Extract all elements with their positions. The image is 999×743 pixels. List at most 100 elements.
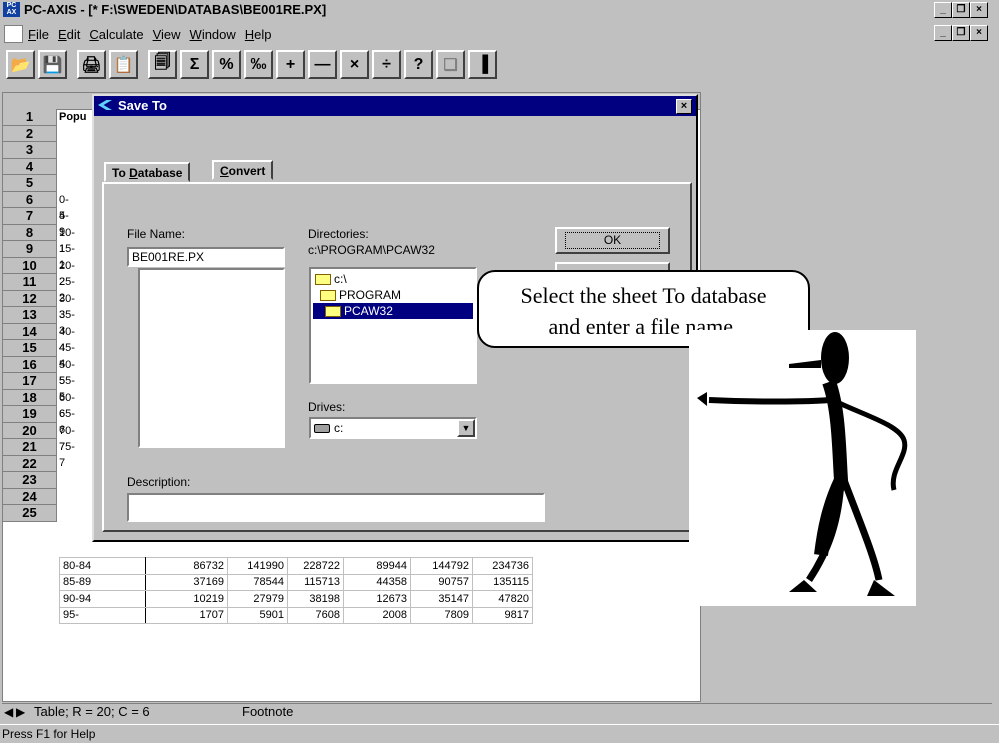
doc-close-button[interactable]: × — [970, 25, 988, 41]
data-cell[interactable]: 44358 — [343, 573, 411, 591]
save-icon[interactable]: 💾 — [38, 50, 67, 79]
row-header[interactable]: 5 — [3, 175, 57, 192]
subtract-icon[interactable]: — — [308, 50, 337, 79]
row-header[interactable]: 7 — [3, 208, 57, 225]
tab-scroll-right-icon[interactable]: ▶ — [16, 705, 25, 719]
row-header[interactable]: 10 — [3, 257, 57, 274]
menu-item-2[interactable]: Calculate — [89, 27, 143, 42]
row-header[interactable]: 12 — [3, 290, 57, 307]
file-name-input[interactable]: BE001RE.PX — [127, 247, 285, 267]
tab-convert[interactable]: Convert — [212, 160, 274, 180]
close-button[interactable]: × — [970, 2, 988, 18]
menu-key: H — [244, 27, 255, 42]
row-label-cell[interactable]: 90-94 — [59, 590, 146, 608]
menu-item-4[interactable]: Window — [190, 27, 236, 42]
row-header[interactable]: 24 — [3, 488, 57, 505]
divide-icon[interactable]: ÷ — [372, 50, 401, 79]
chevron-down-icon[interactable]: ▼ — [457, 419, 475, 437]
data-cell[interactable]: 38198 — [287, 590, 344, 608]
book-icon[interactable]: ❑ — [436, 50, 465, 79]
data-cell[interactable]: 47820 — [472, 590, 533, 608]
data-cell[interactable]: 90757 — [410, 573, 473, 591]
description-input[interactable] — [127, 493, 545, 522]
row-header[interactable]: 13 — [3, 307, 57, 324]
directory-list[interactable]: c:\ PROGRAM PCAW32 — [309, 267, 477, 384]
row-label-cell[interactable]: 95- — [59, 606, 146, 624]
row-header[interactable]: 6 — [3, 191, 57, 208]
sum-icon[interactable]: Σ — [180, 50, 209, 79]
add-icon[interactable]: + — [276, 50, 305, 79]
minimize-button[interactable]: _ — [934, 2, 952, 18]
row-label-cell[interactable]: 85-89 — [59, 573, 146, 591]
data-cell[interactable]: 89944 — [343, 557, 411, 575]
row-header[interactable]: 1 — [3, 109, 57, 126]
row-header[interactable]: 17 — [3, 373, 57, 390]
data-cell[interactable]: 135115 — [472, 573, 533, 591]
data-cell[interactable]: 115713 — [287, 573, 344, 591]
directory-item[interactable]: c:\ — [313, 271, 473, 287]
data-cell[interactable]: 35147 — [410, 590, 473, 608]
menu-item-5[interactable]: Help — [245, 27, 272, 42]
menu-item-1[interactable]: Edit — [58, 27, 80, 42]
tab-scroll-left-icon[interactable]: ◀ — [4, 705, 13, 719]
data-cell[interactable]: 141990 — [227, 557, 288, 575]
restore-button[interactable]: ❐ — [952, 2, 970, 18]
drives-select[interactable]: c: ▼ — [309, 417, 477, 439]
tab-footnote[interactable]: Footnote — [242, 704, 293, 719]
multiply-icon[interactable]: × — [340, 50, 369, 79]
data-cell[interactable]: 86732 — [145, 557, 228, 575]
data-cell[interactable]: 1707 — [145, 606, 228, 624]
row-header[interactable]: 18 — [3, 389, 57, 406]
row-header[interactable]: 16 — [3, 356, 57, 373]
data-cell[interactable]: 10219 — [145, 590, 228, 608]
data-cell[interactable]: 9817 — [472, 606, 533, 624]
data-cell[interactable]: 27979 — [227, 590, 288, 608]
dialog-title-bar[interactable]: Save To × — [94, 96, 696, 116]
data-cell[interactable]: 144792 — [410, 557, 473, 575]
help-icon[interactable]: ? — [404, 50, 433, 79]
data-cell[interactable]: 228722 — [287, 557, 344, 575]
row-header[interactable]: 23 — [3, 472, 57, 489]
data-cell[interactable]: 37169 — [145, 573, 228, 591]
ok-button[interactable]: OK — [555, 227, 670, 254]
paste-icon[interactable]: 📋 — [109, 50, 138, 79]
row-header[interactable]: 11 — [3, 274, 57, 291]
document-icon[interactable] — [4, 25, 23, 43]
row-header[interactable]: 22 — [3, 455, 57, 472]
row-header[interactable]: 20 — [3, 422, 57, 439]
row-header[interactable]: 21 — [3, 439, 57, 456]
data-cell[interactable]: 7809 — [410, 606, 473, 624]
menu-item-0[interactable]: File — [28, 27, 49, 42]
chart-icon[interactable]: ▐ — [468, 50, 497, 79]
row-header[interactable]: 4 — [3, 158, 57, 175]
data-cell[interactable]: 7608 — [287, 606, 344, 624]
tab-to-database[interactable]: To Database — [104, 162, 191, 182]
row-header[interactable]: 15 — [3, 340, 57, 357]
row-header[interactable]: 9 — [3, 241, 57, 258]
data-cell[interactable]: 2008 — [343, 606, 411, 624]
row-header[interactable]: 25 — [3, 505, 57, 522]
menu-item-3[interactable]: View — [153, 27, 181, 42]
row-header[interactable]: 14 — [3, 323, 57, 340]
data-cell[interactable]: 5901 — [227, 606, 288, 624]
row-header[interactable]: 8 — [3, 224, 57, 241]
row-label-cell[interactable]: 80-84 — [59, 557, 146, 575]
data-cell[interactable]: 234736 — [472, 557, 533, 575]
print-icon[interactable]: 🖨 — [77, 50, 106, 79]
dialog-close-button[interactable]: × — [676, 99, 692, 114]
directory-item[interactable]: PROGRAM — [313, 287, 473, 303]
data-cell[interactable]: 12673 — [343, 590, 411, 608]
doc-minimize-button[interactable]: _ — [934, 25, 952, 41]
file-list[interactable] — [138, 268, 285, 448]
tab-table[interactable]: Table; R = 20; C = 6 — [34, 704, 150, 719]
percent-icon[interactable]: % — [212, 50, 241, 79]
row-header[interactable]: 3 — [3, 142, 57, 159]
directory-item[interactable]: PCAW32 — [313, 303, 473, 319]
permille-icon[interactable]: ‰ — [244, 50, 273, 79]
row-header[interactable]: 2 — [3, 125, 57, 142]
doc-restore-button[interactable]: ❐ — [952, 25, 970, 41]
data-cell[interactable]: 78544 — [227, 573, 288, 591]
row-header[interactable]: 19 — [3, 406, 57, 423]
copy-icon[interactable]: 🗐 — [148, 50, 177, 79]
open-icon[interactable]: 📂 — [6, 50, 35, 79]
